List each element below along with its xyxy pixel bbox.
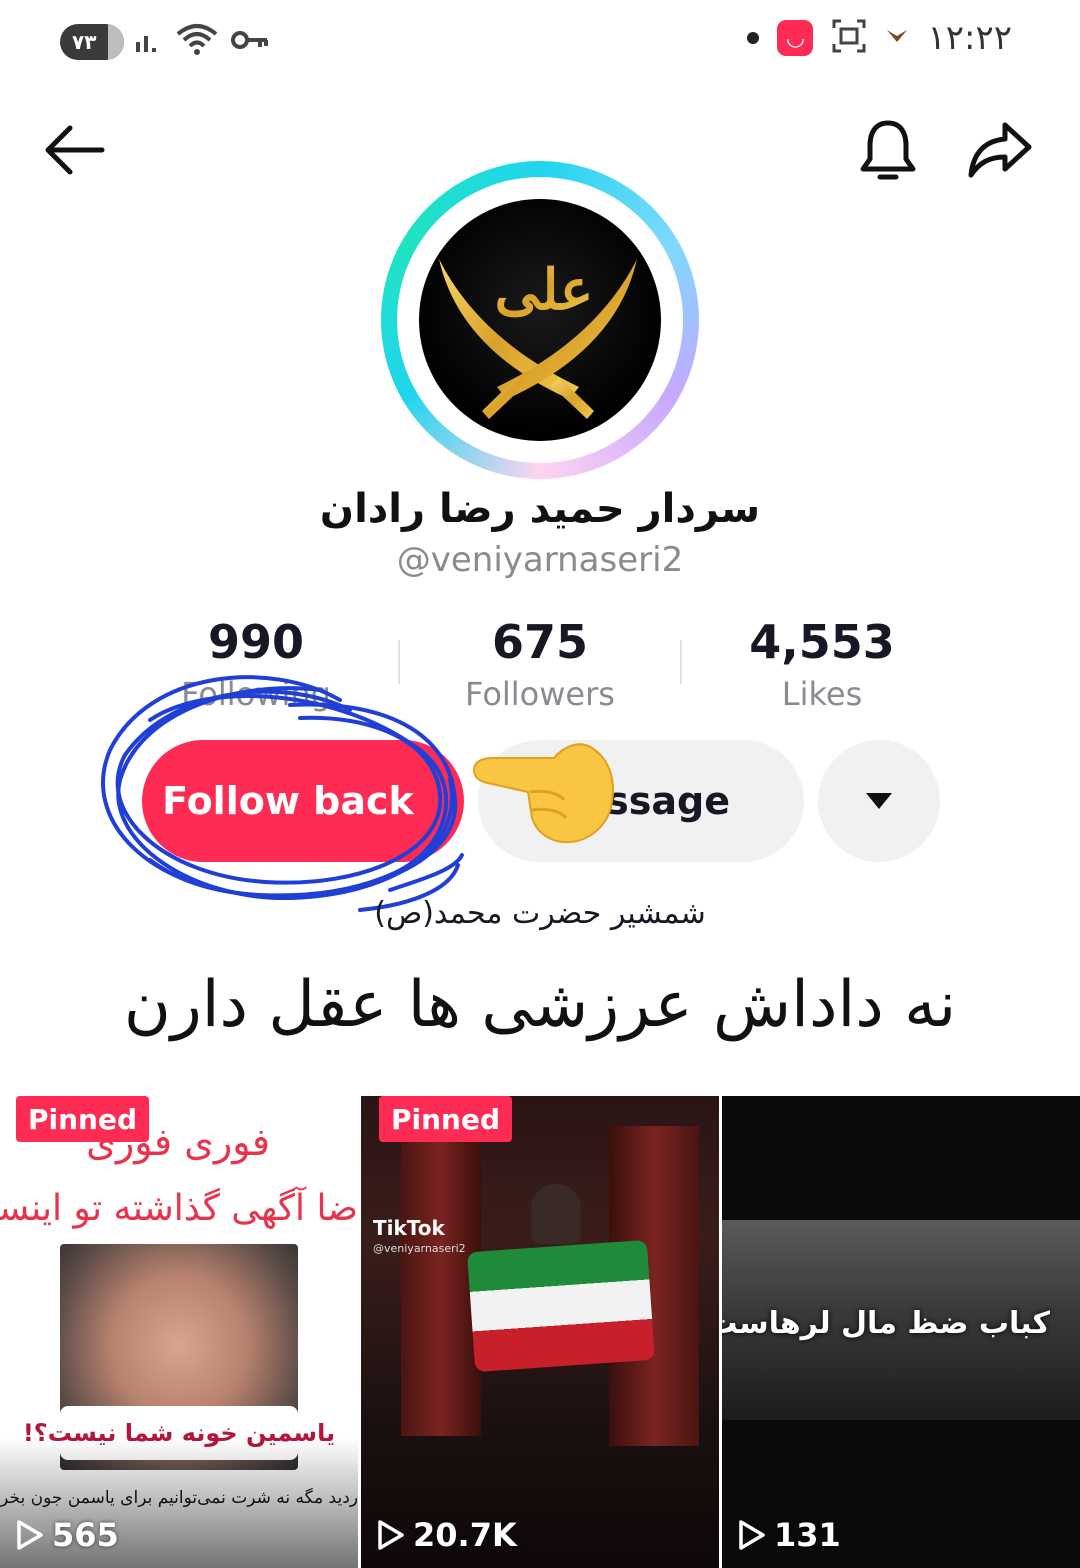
status-right: ◡ ۱۲:۲۲ xyxy=(747,18,1012,58)
message-label: ssage xyxy=(606,779,730,823)
video-tile[interactable]: TikTok @veniyarnaseri2 Pinned 20.7K xyxy=(361,1096,719,1568)
share-arrow-icon xyxy=(968,122,1032,178)
tiktok-watermark: TikTok xyxy=(373,1216,445,1240)
back-button[interactable] xyxy=(36,112,112,188)
status-left: ۷۳ xyxy=(60,22,270,62)
message-button[interactable]: ssage xyxy=(478,740,804,862)
follow-back-label: Follow back xyxy=(162,779,414,823)
avatar-image: علی xyxy=(419,199,661,441)
notification-bell-button[interactable] xyxy=(850,112,926,188)
pinned-badge: Pinned xyxy=(16,1096,150,1142)
watermark-username: @veniyarnaseri2 xyxy=(373,1242,466,1255)
video-caption-text: کباب ضظ مال لرهاست xyxy=(722,1306,1050,1341)
wifi-icon xyxy=(174,22,220,62)
avatar-calligraphy: علی xyxy=(495,257,594,323)
likes-count: 4,553 xyxy=(749,615,895,669)
bio-text: شمشیر حضرت محمد(ص) xyxy=(374,896,706,931)
notification-dot-icon xyxy=(747,32,760,44)
caret-down-icon xyxy=(866,793,892,809)
signal-icon xyxy=(134,24,164,61)
screenshot-icon xyxy=(831,18,867,58)
app-notification-icon: ◡ xyxy=(777,20,814,56)
bell-icon xyxy=(860,120,916,180)
status-bar: ۷۳ ◡ ۱۲:۲۲ xyxy=(0,0,1080,88)
avatar-inner: علی xyxy=(397,177,683,463)
caption-overlay-text: نه داداش عرزشی ها عقل دارن xyxy=(123,968,957,1042)
video-person xyxy=(531,1184,581,1244)
video-grid: فوری فوری ضا آگهی گذاشته تو اینست یاسمین… xyxy=(0,1082,1080,1568)
arrow-left-icon xyxy=(45,125,105,175)
follow-back-button[interactable]: Follow back xyxy=(142,740,464,862)
video-caption-text: ردید مگه نه شرت نمی‌توانیم برای یاسمن جو… xyxy=(0,1488,358,1508)
following-count: 990 xyxy=(207,615,305,669)
battery-level: ۷۳ xyxy=(72,30,97,54)
view-count: 20.7K xyxy=(377,1516,517,1554)
stat-likes[interactable]: 4,553 Likes xyxy=(682,612,962,716)
followers-count: 675 xyxy=(491,615,589,669)
view-count-value: 565 xyxy=(52,1516,119,1554)
pinned-badge: Pinned xyxy=(379,1096,513,1142)
username: @veniyarnaseri2 xyxy=(396,540,684,580)
bird-icon xyxy=(885,26,909,50)
play-icon xyxy=(739,1520,765,1550)
more-options-button[interactable] xyxy=(818,740,940,862)
play-icon xyxy=(378,1520,404,1550)
clock: ۱۲:۲۲ xyxy=(927,18,1012,58)
view-count-value: 20.7K xyxy=(413,1516,517,1554)
likes-label: Likes xyxy=(781,675,863,713)
view-count: 131 xyxy=(738,1516,841,1554)
stat-followers[interactable]: 675 Followers xyxy=(400,612,680,716)
view-count: 565 xyxy=(16,1516,119,1554)
view-count-value: 131 xyxy=(774,1516,841,1554)
profile-avatar[interactable]: علی xyxy=(381,161,699,479)
followers-label: Followers xyxy=(465,675,615,713)
vpn-key-icon xyxy=(230,27,270,57)
play-icon xyxy=(17,1520,43,1550)
video-overlay-line: ضا آگهی گذاشته تو اینست xyxy=(0,1188,358,1229)
video-flag xyxy=(467,1239,655,1373)
video-tile[interactable]: فوری فوری ضا آگهی گذاشته تو اینست یاسمین… xyxy=(0,1096,358,1568)
crossed-swords-logo-icon: علی xyxy=(439,257,637,419)
share-button[interactable] xyxy=(962,112,1038,188)
battery-indicator: ۷۳ xyxy=(60,24,124,60)
stat-following[interactable]: 990 Following xyxy=(116,612,396,716)
video-tile[interactable]: کباب ضظ مال لرهاست 131 xyxy=(722,1096,1080,1568)
following-label: Following xyxy=(181,675,331,713)
display-name: سردار حمید رضا رادان xyxy=(319,486,761,532)
